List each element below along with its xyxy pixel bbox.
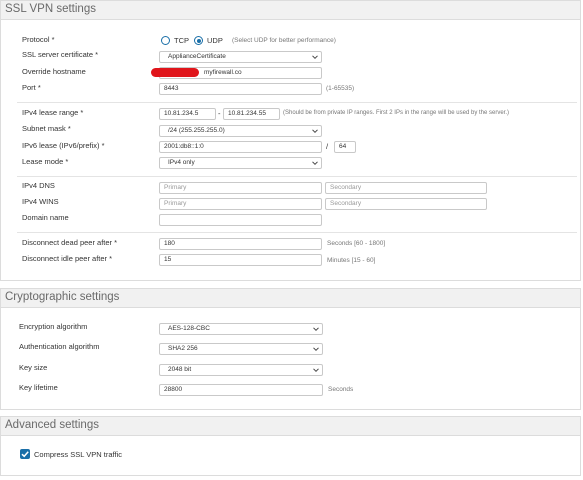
ipv6-slash: / — [326, 142, 329, 151]
chevron-down-icon — [312, 129, 318, 134]
chevron-down-icon — [312, 55, 318, 60]
protocol-label: Protocol * — [22, 35, 55, 44]
key-lifetime-input[interactable]: 28800 — [159, 384, 323, 396]
lease-mode-label: Lease mode * — [22, 157, 69, 166]
section-title: SSL VPN settings — [5, 3, 96, 15]
idle-peer-label: Disconnect idle peer after * — [22, 254, 113, 263]
subnet-select[interactable]: /24 (255.255.255.0) — [159, 125, 322, 137]
certificate-label: SSL server certificate * — [22, 50, 98, 59]
section-title: Cryptographic settings — [5, 291, 120, 303]
dead-peer-input[interactable]: 180 — [159, 238, 322, 250]
hostname-value: myfirewall.co — [204, 69, 242, 76]
authentication-value: SHA2 256 — [168, 345, 198, 352]
chevron-down-icon — [313, 347, 319, 352]
port-hint: (1-65535) — [326, 85, 355, 92]
subnet-label: Subnet mask * — [22, 124, 71, 133]
cryptographic-settings-section: Cryptographic settings Encryption algori… — [0, 288, 581, 410]
ipv4-wins-label: IPv4 WINS — [22, 197, 59, 206]
divider — [17, 102, 577, 103]
port-input[interactable]: 8443 — [159, 83, 322, 95]
certificate-select[interactable]: ApplianceCertificate — [159, 51, 322, 63]
divider — [17, 176, 577, 177]
key-lifetime-hint: Seconds — [328, 386, 354, 393]
protocol-hint: (Select UDP for better performance) — [232, 37, 336, 44]
chevron-down-icon — [313, 327, 319, 332]
idle-peer-input[interactable]: 15 — [159, 254, 322, 266]
compress-checkbox[interactable] — [20, 449, 30, 459]
ipv4-range-label: IPv4 lease range * — [22, 108, 84, 117]
ipv4-range-start-input[interactable]: 10.81.234.5 — [159, 108, 216, 120]
encryption-select[interactable]: AES-128-CBC — [159, 323, 323, 335]
lease-mode-select[interactable]: IPv4 only — [159, 157, 322, 169]
chevron-down-icon — [313, 368, 319, 373]
key-size-label: Key size — [19, 363, 48, 372]
divider — [17, 232, 577, 233]
authentication-label: Authentication algorithm — [19, 342, 100, 351]
key-size-select[interactable]: 2048 bit — [159, 364, 323, 376]
lease-mode-value: IPv4 only — [168, 159, 195, 166]
ipv4-range-end-input[interactable]: 10.81.234.55 — [223, 108, 280, 120]
subnet-value: /24 (255.255.255.0) — [168, 127, 225, 134]
section-header: SSL VPN settings — [1, 1, 580, 20]
radio-icon-udp[interactable] — [194, 36, 203, 45]
section-title: Advanced settings — [5, 419, 99, 431]
dead-peer-hint: Seconds [60 - 1800] — [327, 240, 386, 247]
encryption-value: AES-128-CBC — [168, 325, 210, 332]
ssl-vpn-settings-section: SSL VPN settings Protocol * TCP UDP (Sel… — [0, 0, 581, 281]
compress-label[interactable]: Compress SSL VPN traffic — [34, 450, 122, 459]
ipv4-range-hint: (Should be from private IP ranges. First… — [283, 110, 509, 116]
encryption-label: Encryption algorithm — [19, 322, 88, 331]
ipv6-input[interactable]: 2001:db8::1:0 — [159, 141, 322, 153]
domain-label: Domain name — [22, 213, 69, 222]
range-dash: - — [218, 109, 221, 118]
certificate-value: ApplianceCertificate — [168, 53, 226, 60]
ipv6-label: IPv6 lease (IPv6/prefix) * — [22, 141, 105, 150]
hostname-label: Override hostname — [22, 67, 86, 76]
protocol-option-tcp[interactable]: TCP — [174, 36, 189, 45]
section-header: Cryptographic settings — [1, 289, 580, 308]
dead-peer-label: Disconnect dead peer after * — [22, 238, 118, 247]
idle-peer-hint: Minutes [15 - 60] — [327, 257, 376, 264]
redaction-mark — [151, 68, 199, 77]
chevron-down-icon — [312, 161, 318, 166]
protocol-option-udp[interactable]: UDP — [207, 36, 223, 45]
authentication-select[interactable]: SHA2 256 — [159, 343, 323, 355]
ipv4-dns-primary-input[interactable]: Primary — [159, 182, 322, 194]
ipv6-prefix-input[interactable]: 64 — [334, 141, 356, 153]
section-header: Advanced settings — [1, 417, 580, 436]
radio-icon-tcp[interactable] — [161, 36, 170, 45]
checkmark-icon — [21, 451, 29, 458]
key-lifetime-label: Key lifetime — [19, 383, 58, 392]
ipv4-wins-secondary-input[interactable]: Secondary — [325, 198, 487, 210]
domain-input[interactable] — [159, 214, 322, 226]
ipv4-dns-label: IPv4 DNS — [22, 181, 55, 190]
ipv4-wins-primary-input[interactable]: Primary — [159, 198, 322, 210]
port-label: Port * — [22, 83, 41, 92]
key-size-value: 2048 bit — [168, 366, 192, 373]
advanced-settings-section: Advanced settings Compress SSL VPN traff… — [0, 416, 581, 476]
ipv4-dns-secondary-input[interactable]: Secondary — [325, 182, 487, 194]
